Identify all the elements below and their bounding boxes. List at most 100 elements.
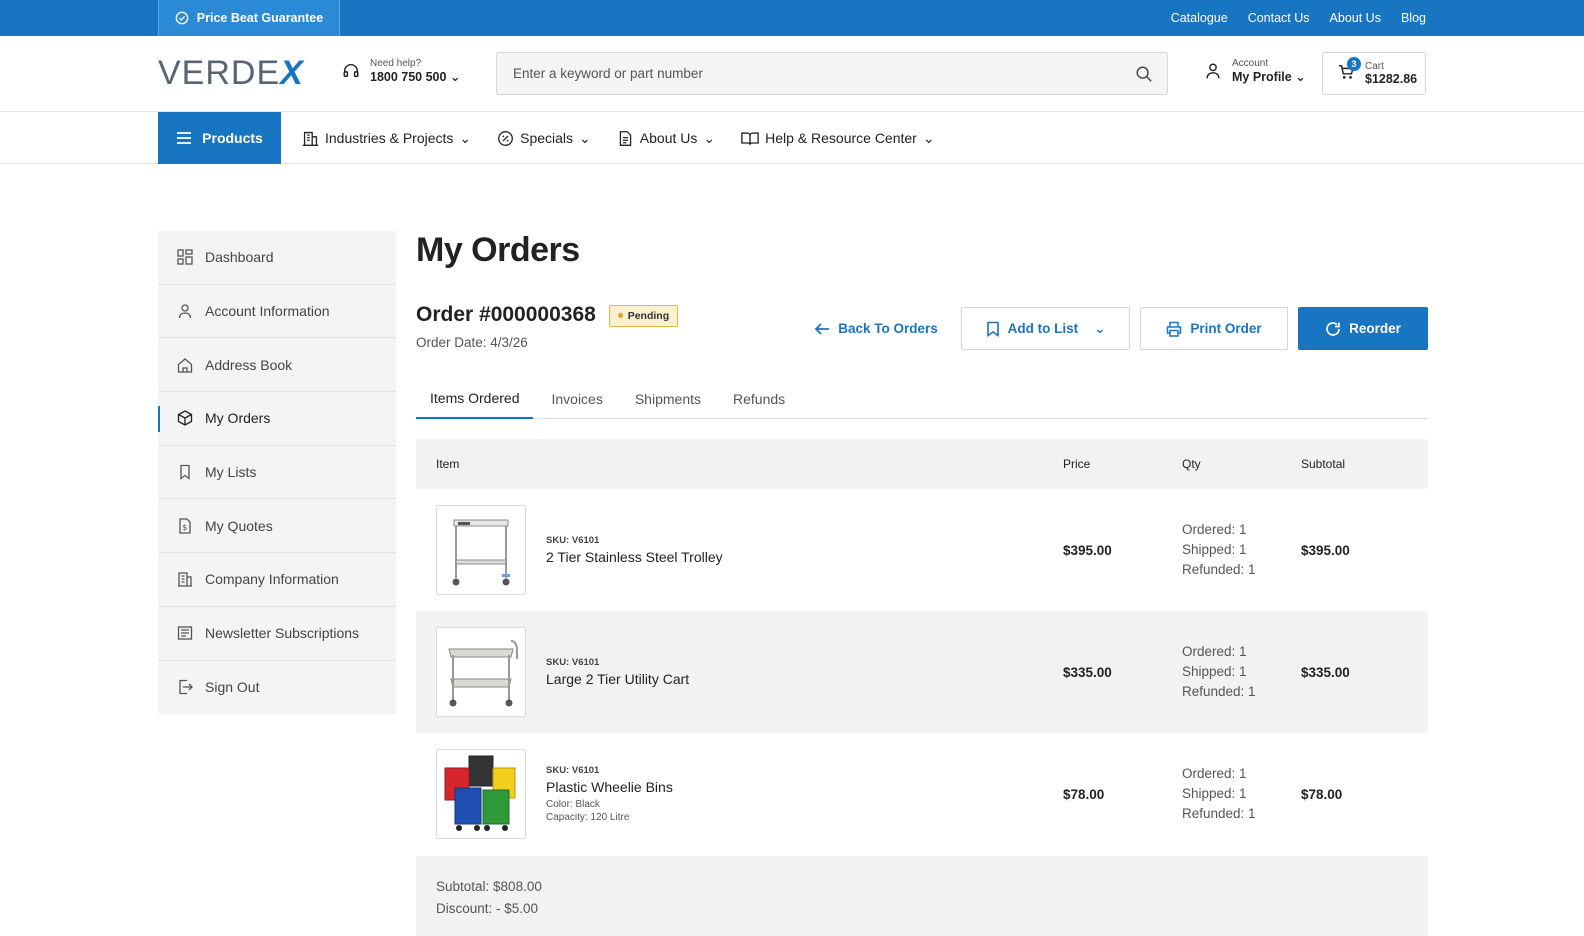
search-bar: [496, 52, 1168, 95]
building-icon: [302, 131, 319, 146]
tab-shipments[interactable]: Shipments: [621, 379, 715, 419]
bookmark-icon: [986, 321, 999, 337]
reorder-button[interactable]: Reorder: [1298, 307, 1428, 350]
sign-out-icon: [179, 680, 193, 695]
tab-items-ordered[interactable]: Items Ordered: [416, 379, 534, 419]
product-sku: SKU: V6101: [546, 535, 600, 546]
order-totals: Subtotal: $808.00 Discount: - $5.00: [416, 856, 1428, 936]
top-link-catalogue[interactable]: Catalogue: [1171, 11, 1228, 25]
products-menu-button[interactable]: Products: [158, 112, 281, 164]
home-icon: [177, 357, 193, 373]
tab-invoices[interactable]: Invoices: [537, 379, 616, 419]
top-link-contact-us[interactable]: Contact Us: [1248, 11, 1310, 25]
product-sku: SKU: V6101: [546, 657, 600, 668]
cart-button[interactable]: 3 Cart $1282.86: [1322, 52, 1426, 95]
reorder-label: Reorder: [1349, 321, 1401, 336]
help-contact[interactable]: Need help? 1800 750 500 ⌄: [342, 58, 460, 84]
add-to-list-button[interactable]: Add to List ⌄: [961, 307, 1130, 350]
nav-item-help[interactable]: Help & Resource Center ⌄: [741, 129, 935, 147]
back-to-orders-button[interactable]: Back To Orders: [801, 307, 951, 350]
hamburger-icon: [177, 132, 192, 144]
price-beat-guarantee-link[interactable]: Price Beat Guarantee: [158, 0, 340, 36]
item-subtotal: $335.00: [1301, 664, 1350, 680]
verdex-logo[interactable]: VERDEX: [158, 54, 304, 93]
qty-ordered: Ordered: 1: [1182, 522, 1247, 537]
chevron-down-icon: ⌄: [922, 129, 935, 146]
item-qty: Ordered: 1 Shipped: 1 Refunded: 1: [1182, 764, 1301, 824]
refresh-icon: [1326, 321, 1340, 336]
column-header-item: Item: [436, 457, 460, 471]
tab-refunds[interactable]: Refunds: [719, 379, 799, 419]
search-icon[interactable]: [1135, 65, 1153, 83]
site-header: VERDEX Need help? 1800 750 500 ⌄ Account…: [0, 36, 1584, 112]
sidebar-item-my-lists[interactable]: My Lists: [158, 446, 396, 500]
sidebar-item-account-information[interactable]: Account Information: [158, 285, 396, 339]
order-items-table: Item Price Qty Subtotal SKU: V6101 2 Tie…: [416, 439, 1428, 855]
wheelie-bins-image-icon: [444, 755, 516, 831]
product-sku: SKU: V6101: [546, 765, 600, 776]
table-header: Item Price Qty Subtotal: [416, 439, 1428, 489]
sidebar-item-my-orders[interactable]: My Orders: [158, 392, 396, 446]
cart-label: Cart: [1365, 61, 1384, 72]
product-image-utility-cart[interactable]: [436, 627, 526, 717]
main-content: My Orders Order #000000368 Pending Order…: [416, 231, 1428, 936]
sidebar-item-label: Address Book: [205, 356, 293, 373]
dashboard-icon: [177, 249, 193, 265]
sidebar-item-sign-out[interactable]: Sign Out: [158, 661, 396, 715]
main-nav: Products Industries & Projects ⌄ Special…: [0, 112, 1584, 164]
qty-refunded: Refunded: 1: [1182, 806, 1256, 821]
chevron-down-icon: ⌄: [579, 129, 591, 146]
totals-discount: Discount: - $5.00: [436, 901, 539, 916]
chevron-down-icon: ⌄: [1094, 320, 1106, 336]
account-sidebar: Dashboard Account Information Address Bo…: [158, 231, 396, 715]
sidebar-item-label: My Quotes: [205, 517, 273, 534]
utility-cart-image-icon: [448, 640, 518, 707]
trolley-image-icon: [452, 519, 510, 586]
search-input[interactable]: [513, 66, 1135, 81]
nav-menu: Industries & Projects ⌄ Specials ⌄ About…: [302, 112, 935, 164]
add-to-list-label: Add to List: [1007, 321, 1079, 336]
qty-shipped: Shipped: 1: [1182, 664, 1247, 679]
order-tabs: Items Ordered Invoices Shipments Refunds: [416, 379, 1428, 419]
account-label: Account: [1232, 58, 1269, 69]
user-icon: [178, 304, 192, 319]
sidebar-item-label: Newsletter Subscriptions: [205, 625, 360, 642]
svg-text:$: $: [182, 523, 187, 532]
column-header-price: Price: [1063, 457, 1091, 471]
product-name[interactable]: 2 Tier Stainless Steel Trolley: [546, 549, 723, 565]
product-image-wheelie-bins[interactable]: [436, 749, 526, 839]
status-badge: Pending: [608, 304, 679, 327]
page-title: My Orders: [416, 231, 580, 269]
column-header-subtotal: Subtotal: [1301, 457, 1346, 471]
nav-item-label: Specials: [520, 130, 574, 146]
nav-item-about[interactable]: About Us ⌄: [617, 130, 715, 147]
top-link-about-us[interactable]: About Us: [1330, 11, 1381, 25]
back-label: Back To Orders: [838, 321, 938, 336]
building-icon: [178, 572, 192, 588]
sidebar-item-dashboard[interactable]: Dashboard: [158, 231, 396, 285]
account-menu[interactable]: Account My Profile ⌄: [1204, 58, 1306, 84]
top-link-blog[interactable]: Blog: [1401, 11, 1426, 25]
product-name[interactable]: Large 2 Tier Utility Cart: [546, 671, 689, 687]
nav-item-industries[interactable]: Industries & Projects ⌄: [302, 130, 471, 147]
qty-ordered: Ordered: 1: [1182, 766, 1247, 781]
product-name[interactable]: Plastic Wheelie Bins: [546, 779, 673, 795]
column-header-qty: Qty: [1182, 457, 1201, 471]
cart-icon-wrap: 3: [1337, 57, 1361, 84]
sidebar-item-company-information[interactable]: Company Information: [158, 553, 396, 607]
sidebar-item-address-book[interactable]: Address Book: [158, 338, 396, 393]
status-label: Pending: [627, 309, 670, 322]
sidebar-item-label: Sign Out: [205, 679, 260, 696]
print-order-button[interactable]: Print Order: [1140, 307, 1288, 350]
product-image-trolley[interactable]: [436, 505, 526, 595]
item-subtotal: $395.00: [1301, 542, 1350, 558]
qty-shipped: Shipped: 1: [1182, 542, 1247, 557]
item-price: $395.00: [1063, 542, 1112, 558]
nav-item-specials[interactable]: Specials ⌄: [497, 130, 591, 147]
table-row: SKU: V6101 Plastic Wheelie Bins Color: B…: [416, 733, 1428, 855]
quote-document-icon: $: [179, 518, 191, 534]
nav-item-label: Help & Resource Center: [765, 130, 917, 146]
sidebar-item-my-quotes[interactable]: $ My Quotes: [158, 499, 396, 554]
logo-text: VERDE: [158, 54, 281, 92]
sidebar-item-newsletter-subscriptions[interactable]: Newsletter Subscriptions: [158, 607, 396, 661]
